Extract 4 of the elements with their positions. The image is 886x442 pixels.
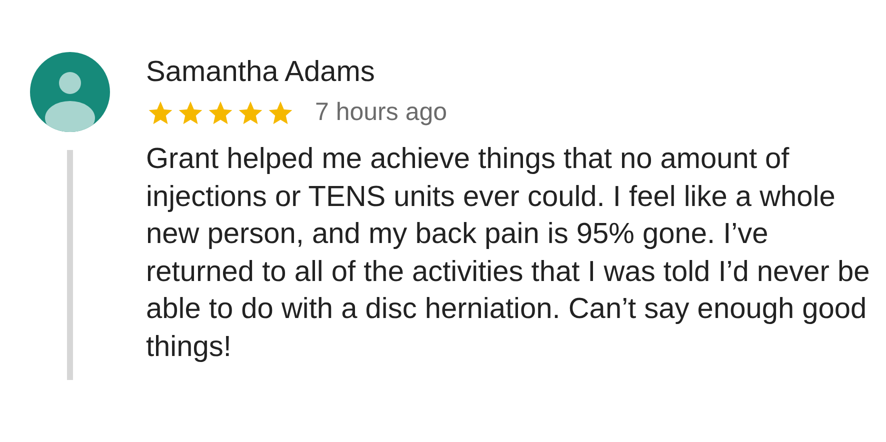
review-time: 7 hours ago [315,98,448,127]
reviewer-name: Samantha Adams [146,56,376,88]
avatar-icon [30,52,110,132]
review-text: Grant helped me achieve things that no amount of injections or TENS units ever could. I feel like a whole new person, and my back pain is 95% gone. I’ve returned to all of the activities that I was told I’d never be able to do with a disc herniation. Can’t say enough good things! [146,142,871,364]
